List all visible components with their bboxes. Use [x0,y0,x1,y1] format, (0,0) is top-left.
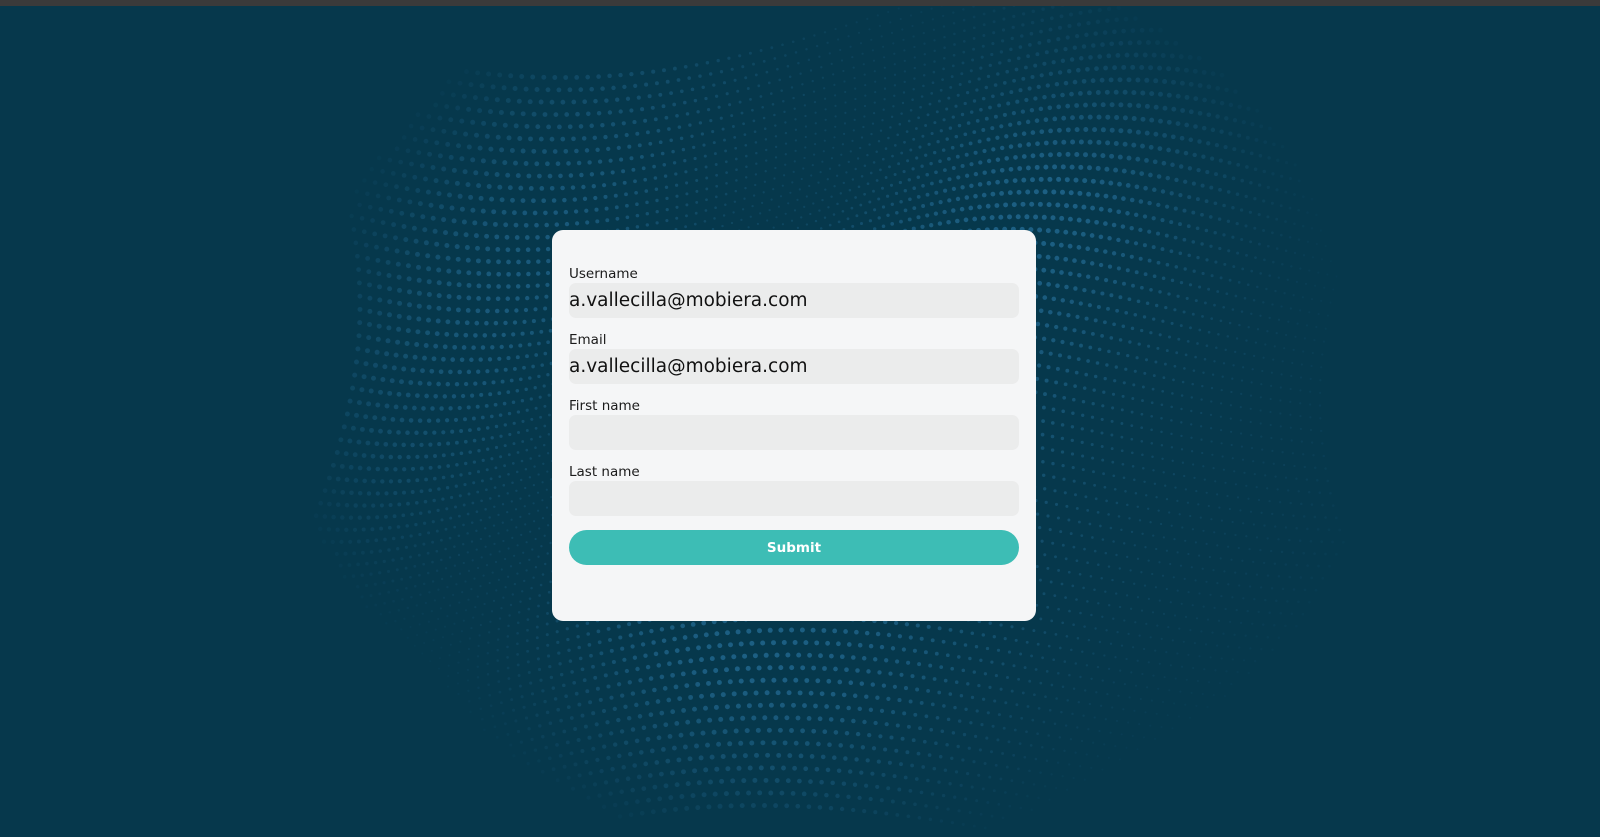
username-label: Username [569,266,638,282]
last-name-label: Last name [569,464,640,480]
first-name-field-group: First name [569,398,1019,450]
email-label: Email [569,332,607,348]
username-field-group: Username [569,266,1019,318]
submit-button[interactable]: Submit [569,530,1019,565]
page: Username Email First name Last name Subm… [0,0,1600,837]
first-name-label: First name [569,398,640,414]
last-name-input[interactable] [569,481,1019,516]
username-input[interactable] [569,283,1019,318]
email-field-group: Email [569,332,1019,384]
last-name-field-group: Last name [569,464,1019,516]
email-input[interactable] [569,349,1019,384]
profile-form: Username Email First name Last name Subm… [552,230,1036,621]
first-name-input[interactable] [569,415,1019,450]
